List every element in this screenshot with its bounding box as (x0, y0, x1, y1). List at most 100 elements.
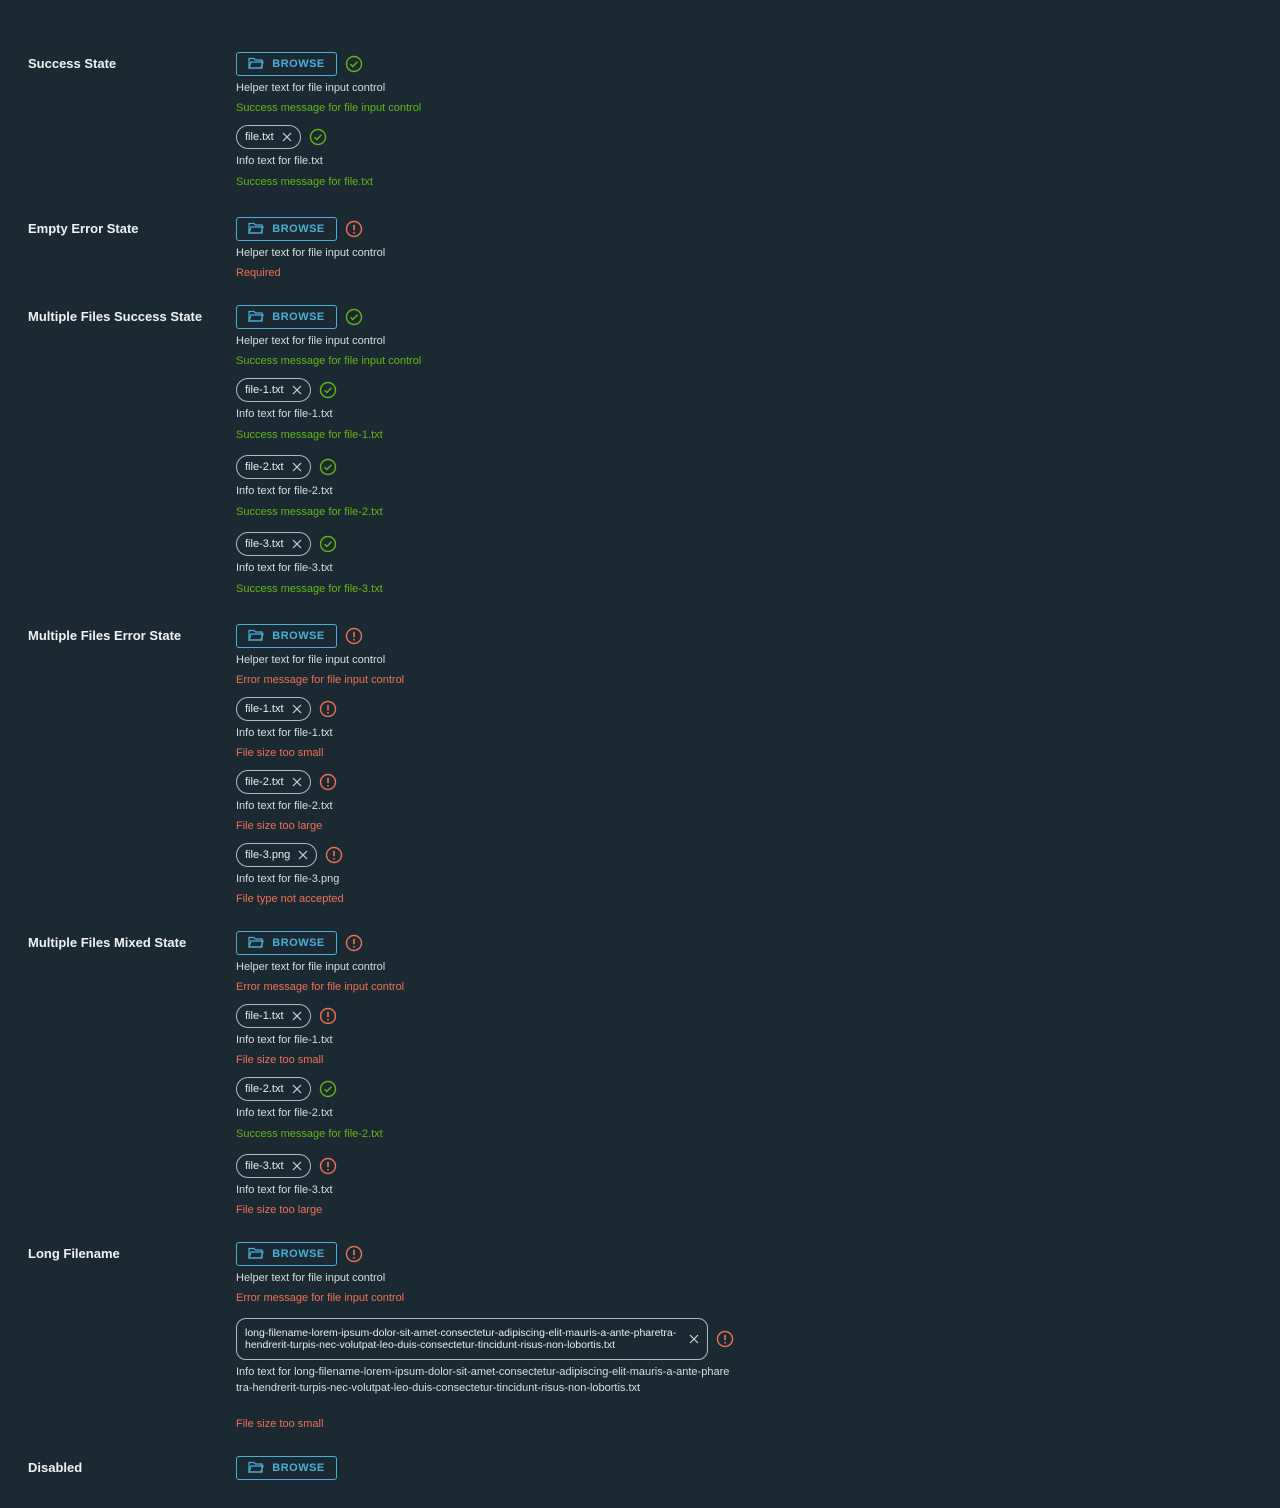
close-icon[interactable] (292, 1161, 302, 1171)
error-message: Error message for file input control (236, 674, 405, 686)
folder-open-icon (248, 309, 265, 326)
file-name: file-1.txt (245, 703, 284, 715)
file-pill: file-1.txt (236, 378, 311, 402)
exclamation-circle-icon (319, 700, 337, 718)
file-row: file-2.txt (236, 455, 337, 479)
helper-text: Helper text for file input control (236, 247, 386, 259)
browse-button[interactable]: BROWSE (236, 52, 337, 76)
close-icon[interactable] (292, 1011, 302, 1021)
browse-label: BROWSE (272, 1248, 325, 1260)
file-row: file-2.txt (236, 770, 337, 794)
file-pill: long-filename-lorem-ipsum-dolor-sit-amet… (236, 1318, 708, 1360)
close-icon[interactable] (292, 385, 302, 395)
exclamation-circle-icon (319, 1157, 337, 1175)
browse-button[interactable]: BROWSE (236, 305, 337, 329)
exclamation-circle-icon (319, 1007, 337, 1025)
file-message: File size too small (236, 1418, 324, 1430)
browse-row: BROWSE (236, 305, 363, 329)
file-message: Success message for file.txt (236, 176, 373, 188)
browse-label: BROWSE (272, 223, 325, 235)
close-icon[interactable] (689, 1334, 699, 1344)
close-icon[interactable] (292, 462, 302, 472)
browse-label: BROWSE (272, 630, 325, 642)
close-icon[interactable] (292, 777, 302, 787)
file-row: file-3.txt (236, 532, 337, 556)
section-label: Multiple Files Error State (28, 628, 182, 643)
browse-row: BROWSE (236, 931, 363, 955)
exclamation-circle-icon (319, 773, 337, 791)
browse-row: BROWSE (236, 217, 363, 241)
browse-label: BROWSE (272, 1462, 325, 1474)
file-row: file.txt (236, 125, 327, 149)
helper-text: Helper text for file input control (236, 82, 386, 94)
file-message: File size too small (236, 1054, 324, 1066)
file-name: file-3.txt (245, 1160, 284, 1172)
check-circle-icon (319, 535, 337, 553)
file-pill: file-3.txt (236, 532, 311, 556)
file-info: Info text for file-1.txt (236, 408, 333, 420)
file-info: Info text for file.txt (236, 155, 323, 167)
file-message: Success message for file-2.txt (236, 506, 383, 518)
file-pill: file-2.txt (236, 455, 311, 479)
file-row: file-3.txt (236, 1154, 337, 1178)
file-name: long-filename-lorem-ipsum-dolor-sit-amet… (245, 1327, 677, 1351)
browse-label: BROWSE (272, 58, 325, 70)
file-row: file-1.txt (236, 697, 337, 721)
file-message: File size too large (236, 820, 323, 832)
close-icon[interactable] (292, 704, 302, 714)
success-message: Success message for file input control (236, 102, 422, 114)
file-pill: file-3.png (236, 843, 318, 867)
file-name: file-1.txt (245, 1010, 284, 1022)
browse-button[interactable]: BROWSE (236, 931, 337, 955)
file-info: Info text for long-filename-lorem-ipsum-… (236, 1366, 730, 1394)
file-message: File size too small (236, 747, 324, 759)
helper-text: Helper text for file input control (236, 654, 386, 666)
exclamation-circle-icon (325, 846, 343, 864)
file-pill: file-2.txt (236, 1077, 311, 1101)
browse-button[interactable]: BROWSE (236, 217, 337, 241)
exclamation-circle-icon (716, 1330, 734, 1348)
file-pill: file-2.txt (236, 770, 311, 794)
error-message: Error message for file input control (236, 981, 405, 993)
file-name: file-1.txt (245, 384, 284, 396)
browse-row: BROWSE (236, 624, 363, 648)
file-message: File size too large (236, 1204, 323, 1216)
file-row: file-1.txt (236, 1004, 337, 1028)
exclamation-circle-icon (345, 220, 363, 238)
error-message: Error message for file input control (236, 1292, 405, 1304)
section-label: Empty Error State (28, 221, 139, 236)
close-icon[interactable] (298, 850, 308, 860)
check-circle-icon (319, 458, 337, 476)
close-icon[interactable] (292, 1084, 302, 1094)
browse-button[interactable]: BROWSE (236, 624, 337, 648)
folder-open-icon (248, 1246, 265, 1263)
file-info: Info text for file-2.txt (236, 1107, 333, 1119)
check-circle-icon (319, 381, 337, 399)
section-label: Multiple Files Success State (28, 309, 203, 324)
close-icon[interactable] (282, 132, 292, 142)
file-info: Info text for file-2.txt (236, 800, 333, 812)
file-name: file-3.png (245, 849, 291, 861)
check-circle-icon (319, 1080, 337, 1098)
folder-open-icon (248, 56, 265, 73)
browse-button[interactable]: BROWSE (236, 1456, 337, 1480)
check-circle-icon (345, 308, 363, 326)
browse-button[interactable]: BROWSE (236, 1242, 337, 1266)
browse-row: BROWSE (236, 1242, 363, 1266)
helper-text: Helper text for file input control (236, 1272, 386, 1284)
file-row: file-3.png (236, 843, 343, 867)
browse-label: BROWSE (272, 937, 325, 949)
folder-open-icon (248, 221, 265, 238)
close-icon[interactable] (292, 539, 302, 549)
file-row: long-filename-lorem-ipsum-dolor-sit-amet… (236, 1318, 734, 1360)
section-label: Long Filename (28, 1246, 120, 1261)
exclamation-circle-icon (345, 934, 363, 952)
helper-text: Helper text for file input control (236, 335, 386, 347)
exclamation-circle-icon (345, 627, 363, 645)
error-message: Required (236, 267, 281, 279)
file-message: Success message for file-3.txt (236, 583, 383, 595)
helper-text: Helper text for file input control (236, 961, 386, 973)
file-info: Info text for file-3.txt (236, 1184, 333, 1196)
file-info: Info text for file-3.png (236, 873, 340, 885)
file-name: file.txt (245, 131, 274, 143)
